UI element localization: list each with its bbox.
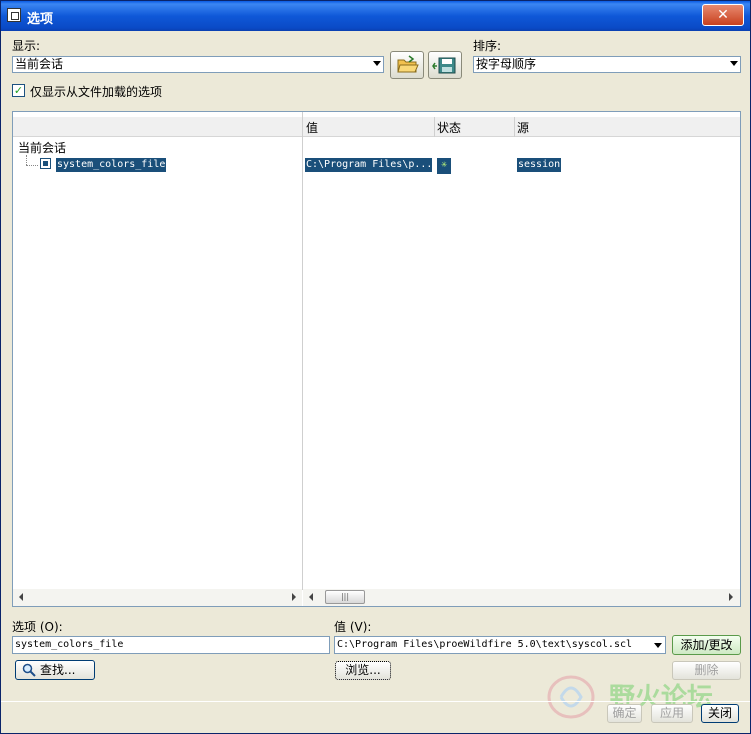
sort-value: 按字母顺序 [476,57,537,71]
window-title: 选项 [27,12,54,27]
scroll-left-arrow-icon[interactable] [309,593,313,601]
tree-line [26,155,28,165]
close-button[interactable]: 关闭 [701,704,739,723]
display-value: 当前会话 [15,57,64,71]
find-button[interactable]: 查找... [15,660,95,680]
save-config-button[interactable] [428,51,462,79]
title-bar[interactable]: 选项 ✕ [1,1,750,31]
sort-label: 排序: [473,39,502,53]
scroll-thumb[interactable]: ||| [325,590,365,604]
tree-root-current-session[interactable]: 当前会话 [18,139,66,156]
window-icon [7,8,21,22]
column-divider [434,117,435,137]
column-divider [514,117,515,137]
right-horizontal-scrollbar[interactable]: ||| [303,589,740,606]
chevron-down-icon[interactable] [654,643,662,648]
star-status-icon: ✳ [437,158,451,174]
display-select[interactable]: 当前会话 [12,56,384,73]
option-row-name[interactable]: system_colors_file [56,158,167,172]
save-disk-icon [432,57,456,74]
column-header-status[interactable]: 状态 [437,119,461,136]
value-field-label: 值 (V): [334,620,372,634]
sort-select[interactable]: 按字母顺序 [473,56,741,73]
column-header-source[interactable]: 源 [517,119,529,136]
option-node-icon [40,158,51,169]
display-label: 显示: [12,39,41,53]
scroll-right-arrow-icon[interactable] [729,593,733,601]
open-config-button[interactable] [390,51,424,79]
table-header [13,117,740,137]
ok-button[interactable]: 确定 [607,704,642,723]
loaded-only-label: 仅显示从文件加载的选项 [30,85,163,99]
apply-button[interactable]: 应用 [651,704,693,723]
options-dialog: 选项 ✕ 显示: 当前会话 排序: 按字母顺序 ✓ 仅显示从文件加载的选项 值 … [0,0,751,734]
chevron-down-icon [373,61,381,66]
tree-line [26,165,38,167]
value-input[interactable]: C:\Program Files\proeWildfire 5.0\text\s… [334,636,666,654]
loaded-only-checkbox[interactable]: ✓ [12,84,25,97]
browse-button[interactable]: 浏览... [335,661,391,680]
option-field-label: 选项 (O): [12,620,63,634]
column-header-value[interactable]: 值 [306,119,318,136]
scroll-right-arrow-icon[interactable] [292,593,296,601]
scroll-left-arrow-icon[interactable] [19,593,23,601]
option-name-input[interactable]: system_colors_file [12,636,330,654]
magnifier-icon [22,663,36,677]
left-horizontal-scrollbar[interactable] [13,589,302,606]
value-input-text: C:\Program Files\proeWildfire 5.0\text\s… [337,639,633,650]
window-close-button[interactable]: ✕ [702,4,744,26]
find-button-label: 查找... [40,663,76,677]
column-divider [302,112,303,590]
open-folder-icon [397,55,419,73]
options-table: 值 状态 源 当前会话 system_colors_file C:\Progra… [12,111,741,607]
option-row-source[interactable]: session [517,158,562,172]
chevron-down-icon [730,61,738,66]
option-row-value[interactable]: C:\Program Files\p... [305,158,432,172]
add-change-button[interactable]: 添加/更改 [672,635,741,655]
